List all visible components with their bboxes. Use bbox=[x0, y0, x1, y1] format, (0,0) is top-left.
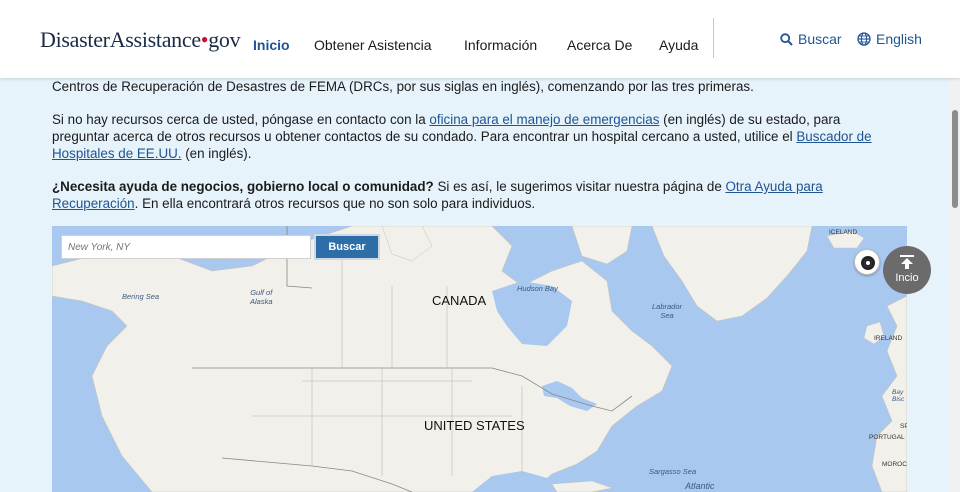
business-help-text-2: . En ella encontrará otros recursos que … bbox=[134, 196, 536, 211]
nav-acerca-de[interactable]: Acerca De bbox=[567, 37, 632, 53]
map-land-caribbean bbox=[551, 480, 613, 492]
header-divider bbox=[713, 18, 714, 58]
paragraph-drc-text: Centros de Recuperación de Desastres de … bbox=[52, 79, 754, 94]
nav-informacion[interactable]: Información bbox=[464, 37, 537, 53]
logo-part3: gov bbox=[208, 27, 241, 52]
paragraph-resources: Si no hay recursos cerca de usted, pónga… bbox=[52, 111, 892, 162]
map-canvas[interactable] bbox=[52, 226, 907, 492]
header-search-label: Buscar bbox=[798, 31, 842, 47]
map-label-ireland: IRELAND bbox=[874, 335, 903, 342]
logo-part2: Assistance bbox=[109, 27, 201, 52]
arrow-up-icon bbox=[900, 255, 914, 269]
map-search-input[interactable] bbox=[61, 235, 311, 259]
nav-inicio[interactable]: Inicio bbox=[253, 37, 290, 53]
map-land-baffin-island bbox=[571, 226, 633, 265]
nav-ayuda[interactable]: Ayuda bbox=[659, 37, 698, 53]
locate-me-button[interactable] bbox=[854, 249, 880, 275]
map-label-portugal: PORTUGAL bbox=[869, 434, 905, 441]
business-help-text-1: Si es así, le sugerimos visitar nuestra … bbox=[433, 179, 726, 194]
language-label: English bbox=[876, 31, 922, 47]
map-search-button[interactable]: Buscar bbox=[314, 234, 380, 260]
map-label-sargasso-sea: Sargasso Sea bbox=[649, 467, 697, 476]
map-land-north-america bbox=[52, 226, 673, 492]
emergency-office-link[interactable]: oficina para el manejo de emergencias bbox=[429, 112, 659, 127]
map-label-spain: SP bbox=[900, 423, 907, 430]
site-header: DisasterAssistance•gov Inicio Obtener As… bbox=[0, 0, 960, 78]
paragraph-business-help: ¿Necesita ayuda de negocios, gobierno lo… bbox=[52, 178, 892, 212]
map-label-bering-sea: Bering Sea bbox=[122, 292, 160, 301]
map-label-hudson-bay: Hudson Bay bbox=[517, 284, 558, 293]
map-label-bay-of-biscay: Bay Bisc bbox=[892, 389, 905, 403]
map-label-atlantic: Atlantic bbox=[685, 481, 715, 491]
map-label-united-states: UNITED STATES bbox=[424, 418, 525, 433]
resources-text-1: Si no hay recursos cerca de usted, pónga… bbox=[52, 112, 430, 127]
map-label-canada: CANADA bbox=[432, 293, 487, 308]
back-to-top-label: Incio bbox=[895, 272, 919, 284]
business-help-question: ¿Necesita ayuda de negocios, gobierno lo… bbox=[52, 179, 434, 194]
logo-part1: Disaster bbox=[40, 27, 110, 52]
map-label-gulf-of-alaska: Gulf of Alaska bbox=[250, 288, 273, 306]
header-search-link[interactable]: Buscar bbox=[780, 31, 842, 47]
nav-obtener-asistencia[interactable]: Obtener Asistencia bbox=[314, 37, 432, 53]
map-label-iceland: ICELAND bbox=[829, 229, 858, 236]
map-label-morocco: MOROC bbox=[882, 461, 907, 468]
resource-map[interactable]: Buscar CANADA UNITED STATES Bering Sea G… bbox=[52, 226, 907, 492]
map-label-labrador-sea: Labrador Sea bbox=[652, 302, 683, 320]
globe-icon bbox=[857, 32, 871, 46]
back-to-top-button[interactable]: Incio bbox=[883, 246, 931, 294]
resources-text-3: (en inglés). bbox=[181, 146, 252, 161]
language-toggle[interactable]: English bbox=[857, 31, 922, 47]
paragraph-drc: Centros de Recuperación de Desastres de … bbox=[52, 78, 892, 95]
page-scrollbar-thumb[interactable] bbox=[952, 110, 958, 208]
site-logo[interactable]: DisasterAssistance•gov bbox=[40, 27, 241, 53]
search-icon bbox=[780, 32, 793, 46]
